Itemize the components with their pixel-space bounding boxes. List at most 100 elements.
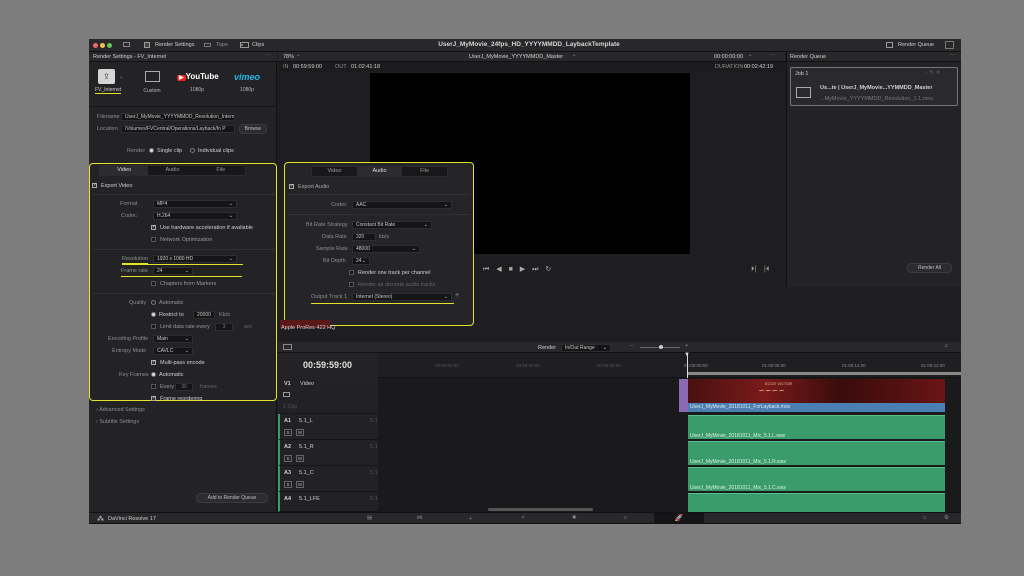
timeline-view-icon[interactable] [283,344,292,350]
audio-codec-select[interactable]: AAC ⌄ [352,201,452,209]
encoding-profile-select[interactable]: Main ⌄ [153,335,193,343]
kf-automatic-radio[interactable]: Automatic [151,372,183,378]
render-settings-tab[interactable]: Render Settings [155,42,194,48]
render-queue-icon[interactable] [886,42,893,48]
track-monitor-icon[interactable] [283,392,290,397]
audio-meter-icon[interactable]: ♫ [944,343,948,349]
page-fairlight-icon[interactable]: ♫ [623,515,627,521]
tab-file[interactable]: File [197,166,245,175]
collapse-icon[interactable] [945,41,954,49]
preset-custom[interactable]: Custom [139,71,165,101]
preset-vimeo[interactable]: vimeo 1080p [227,72,267,102]
preset-dropdown-icon[interactable]: ⌄ [119,74,124,80]
output-track-select[interactable]: Internet (Stereo) ⌄ [352,293,452,301]
track-header-v1[interactable]: V1 Video 1 Clip [278,378,378,414]
discrete-checkbox[interactable]: Render as discrete audio tracks [349,282,435,288]
page-color-icon[interactable]: ✺ [572,515,577,521]
close-window-button[interactable] [93,43,98,48]
quality-automatic-radio[interactable]: Automatic [151,300,183,306]
video-clip-thumbnail[interactable]: ECCE VICTOR ∽∽∽∽ [688,379,945,403]
play-icon[interactable]: ▶ [520,266,525,273]
timeline-dropdown-icon[interactable]: ⌄ [572,52,577,58]
export-audio-checkbox[interactable]: Export Audio [289,184,329,190]
zoom-window-button[interactable] [107,43,112,48]
filename-input[interactable]: UserJ_MyMovie_YYYYMMDD_Resolution_Intern [121,113,235,121]
timeline-name[interactable]: UserJ_MyMovie_YYYYMMDD_Master [469,54,563,60]
zoom-level[interactable]: 78% [283,54,294,60]
prev-frame-icon[interactable]: ⏵| [751,266,756,274]
tab-audio[interactable]: Audio [357,167,402,176]
stop-icon[interactable]: ■ [509,266,513,273]
limit-rate-checkbox[interactable]: Limit data rate every [151,324,210,330]
mute-button[interactable]: M [296,455,304,462]
limit-value-input[interactable]: 3 [215,323,233,331]
browse-button[interactable]: Browse [239,124,267,134]
play-reverse-icon[interactable]: ◀ [496,266,501,273]
preset-youtube[interactable]: ▶ YouTube 1080p [177,72,219,102]
zoom-dropdown-icon[interactable]: ⌄ [296,52,301,58]
tab-video[interactable]: Video [100,166,149,175]
mute-button[interactable]: M [296,429,304,436]
sample-rate-select[interactable]: 48000 ⌄ [352,245,420,253]
track-header-a2[interactable]: A2 5.1_R 5.1 S M [278,440,378,466]
job-card[interactable]: Job 1 ◦ ✎ ✕ Us...te | UserJ_MyMovie...YY… [790,67,958,106]
zoom-out-icon[interactable]: − [630,343,633,349]
zoom-in-icon[interactable]: + [685,343,688,349]
page-cut-icon[interactable]: ⋈ [417,515,423,521]
page-fusion-icon[interactable]: ✧ [521,515,526,521]
next-frame-icon[interactable]: |⏴ [764,266,769,274]
settings-gear-icon[interactable]: ⚙ [944,515,949,521]
single-clip-radio[interactable]: Single clip [149,148,182,154]
every-value-input[interactable]: 30 [175,383,193,391]
data-rate-input[interactable]: 320 [352,233,376,241]
export-video-checkbox[interactable]: Export Video [92,183,132,189]
clips-tab[interactable]: Clips [252,42,264,48]
audio-clip-a2[interactable]: UserJ_MyMovie_20181011_Mix_5.1.R.wav [688,441,945,465]
monitor-icon[interactable] [123,42,130,47]
render-range-select[interactable]: In/Out Range ⌄ [561,344,611,352]
panel-options-icon[interactable]: ··· [265,52,271,58]
jump-start-icon[interactable]: ⏮ [483,266,489,273]
frame-reordering-checkbox[interactable]: Frame reordering [151,396,203,402]
tab-video[interactable]: Video [312,167,357,176]
minimize-window-button[interactable] [100,43,105,48]
mute-button[interactable]: M [296,481,304,488]
tape-icon[interactable] [204,43,211,47]
page-deliver-tab[interactable]: 🚀 [654,513,704,524]
tab-file[interactable]: File [402,167,447,176]
zoom-slider-handle[interactable] [659,345,663,349]
restrict-to-radio[interactable]: Restrict to [151,312,184,318]
page-edit-icon[interactable]: ⫠ [469,515,472,522]
bit-depth-select[interactable]: 24 ⌄ [352,257,370,265]
track-header-a1[interactable]: A1 5.1_L 5.1 S M [278,414,378,440]
solo-button[interactable]: S [284,481,292,488]
job-actions-icon[interactable]: ◦ ✎ ✕ [926,70,940,76]
tab-audio[interactable]: Audio [148,166,196,175]
tape-tab[interactable]: Tape [216,42,228,48]
chapters-checkbox[interactable]: Chapters from Markers [151,281,216,287]
timeline-ruler[interactable]: 00:59:54:00 00:59:56:00 00:59:58:00 01:0… [378,353,961,378]
loop-icon[interactable]: ↻ [545,266,551,273]
subtitle-settings-toggle[interactable]: › Subtitle Settings [96,419,139,425]
render-settings-icon[interactable] [144,42,150,48]
frame-rate-select[interactable]: 24 ⌄ [153,267,193,275]
jump-end-icon[interactable]: ⏭ [532,266,538,273]
codec-select[interactable]: H.264 ⌄ [153,212,237,220]
solo-button[interactable]: S [284,429,292,436]
one-track-checkbox[interactable]: Render one track per channel [349,270,430,276]
format-select[interactable]: MP4 ⌄ [153,200,237,208]
location-input[interactable]: /Volumes/FVCentral/Operations/Layback/In… [121,125,235,133]
page-media-icon[interactable]: ▤ [367,515,372,521]
timeline-scrollbar[interactable] [488,508,593,511]
multipass-checkbox[interactable]: Multi-pass encode [151,360,205,366]
audio-clip-a4[interactable] [688,493,945,512]
audio-clip-a1[interactable]: UserJ_MyMovie_20181011_Mix_5.1.L.wav [688,415,945,439]
track-header-a3[interactable]: A3 5.1_C 5.1 S M [278,466,378,492]
solo-button[interactable]: S [284,455,292,462]
hw-accel-checkbox[interactable]: Use hardware acceleration if available [151,225,253,231]
timecode-dropdown-icon[interactable]: ⌄ [748,52,753,58]
bitrate-strategy-select[interactable]: Constant Bit Rate ⌄ [352,221,432,229]
render-queue-tab[interactable]: Render Queue [898,42,934,48]
entropy-mode-select[interactable]: CAVLC ⌄ [153,347,193,355]
home-icon[interactable]: ⌂ [923,515,926,521]
